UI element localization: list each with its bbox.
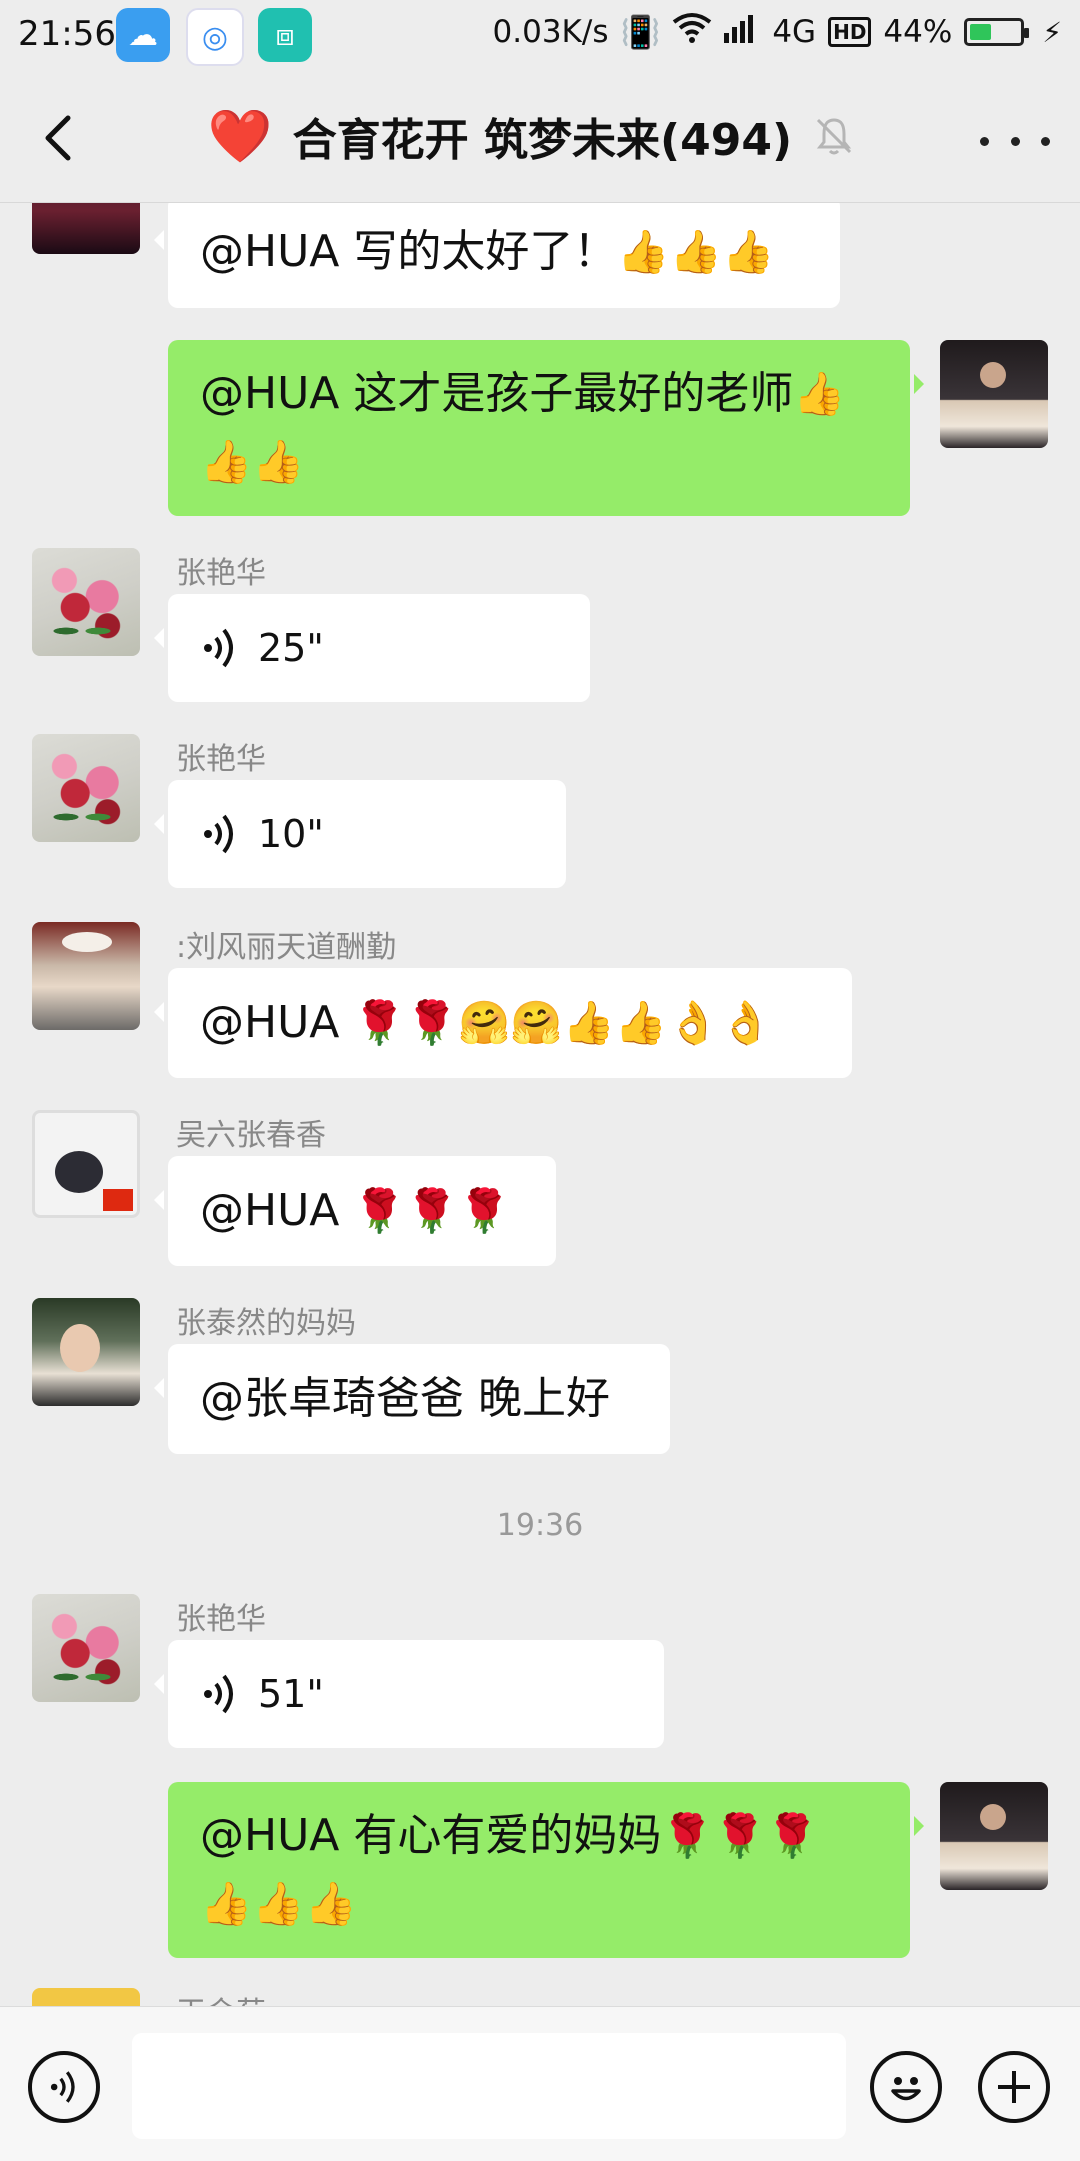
group-name: 合育花开 筑梦未来(494) [292, 115, 793, 166]
weather-icon: ☁ [116, 8, 170, 62]
message-emoji: 👍 [793, 369, 846, 418]
more-dot [980, 136, 989, 146]
status-right: 0.03K/s 📳 4G HD 44% ⚡ [493, 12, 1062, 52]
voice-wave-icon [204, 628, 233, 668]
browser-icon: ◎ [186, 8, 244, 66]
voice-duration: 10" [258, 812, 324, 856]
avatar[interactable] [32, 734, 140, 842]
message-input[interactable] [132, 2033, 846, 2139]
message-text: @HUA 写的太好了！ [200, 226, 618, 277]
sender-name: 张艳华 [176, 742, 266, 777]
emoji-icon [891, 2077, 921, 2101]
sender-name: 张艳华 [176, 556, 266, 591]
sender-name: 吴六张春香 [176, 1118, 326, 1153]
avatar[interactable] [32, 202, 140, 254]
message-emoji: 👍👍👍 [200, 1879, 357, 1928]
message-text: @张卓琦爸爸 晚上好 [200, 1373, 610, 1424]
message-bubble[interactable]: @HUA 这才是孩子最好的老师👍 👍👍 [168, 340, 924, 516]
chat-header: ❤️ 合育花开 筑梦未来(494) [0, 76, 1080, 203]
avatar[interactable] [32, 548, 140, 656]
self-avatar[interactable] [940, 340, 1048, 448]
network-type: 4G [772, 14, 817, 50]
voice-message[interactable]: 10" [154, 780, 566, 888]
voice-input-icon [50, 2071, 75, 2103]
message-bubble[interactable]: @HUA 有心有爱的妈妈🌹🌹🌹 👍👍👍 [168, 1782, 924, 1958]
charging-icon: ⚡ [1042, 15, 1062, 49]
message-emoji: 👍👍 [200, 437, 305, 486]
plus-button[interactable] [978, 2051, 1050, 2123]
avatar[interactable] [32, 1110, 140, 1218]
avatar[interactable] [32, 1298, 140, 1406]
message-bubble[interactable]: @HUA 写的太好了！👍👍👍 [154, 202, 840, 308]
scanner-icon: ⧈ [258, 8, 312, 62]
more-dot [1010, 136, 1020, 146]
hd-badge: HD [828, 17, 872, 47]
message-text: @HUA 这才是孩子最好的老师 [200, 368, 794, 419]
avatar[interactable] [32, 1988, 140, 2006]
vibrate-icon: 📳 [620, 13, 661, 51]
message-text: @HUA [200, 997, 340, 1048]
voice-duration: 25" [258, 626, 324, 670]
message-bubble[interactable]: @HUA 🌹🌹🤗🤗👍👍👌👌 [154, 968, 852, 1078]
net-speed: 0.03K/s [492, 14, 609, 50]
message-emoji: 🌹🌹🌹 [353, 1186, 511, 1235]
plus-icon [998, 2071, 1030, 2103]
voice-message[interactable]: 51" [154, 1640, 664, 1748]
voice-input-button[interactable] [28, 2051, 100, 2123]
message-bubble[interactable]: @张卓琦爸爸 晚上好 [154, 1344, 670, 1454]
heart-icon: ❤️ [207, 106, 273, 167]
voice-wave-icon [204, 814, 233, 854]
signal-icon [724, 13, 760, 51]
self-avatar[interactable] [940, 1782, 1048, 1890]
battery-icon [964, 18, 1030, 46]
time-separator: 19:36 [496, 1508, 584, 1543]
message-text: @HUA [200, 1185, 340, 1236]
sender-name: 张泰然的妈妈 [176, 1306, 356, 1341]
message-bubble[interactable]: @HUA 🌹🌹🌹 [154, 1156, 556, 1266]
more-dot [1041, 136, 1050, 146]
message-text: @HUA 有心有爱的妈妈 [200, 1810, 662, 1861]
sender-name: 王金菊 [176, 1988, 266, 2006]
avatar[interactable] [32, 1594, 140, 1702]
battery-fill [970, 24, 992, 40]
wifi-icon [672, 12, 712, 52]
mute-bell-icon [816, 118, 852, 155]
voice-wave-icon [204, 1674, 233, 1714]
message-emoji: 🌹🌹🌹 [661, 1811, 819, 1860]
avatar[interactable] [32, 922, 140, 1030]
input-bar [0, 2006, 1080, 2161]
status-time: 21:56 [18, 14, 116, 54]
emoji-button[interactable] [870, 2051, 942, 2123]
more-button[interactable] [980, 116, 1050, 166]
voice-duration: 51" [258, 1672, 324, 1716]
status-bar: 21:56 ☁ ◎ ⧈ 0.03K/s 📳 4G HD 44% ⚡ [0, 0, 1080, 76]
battery-percent: 44% [883, 14, 953, 50]
voice-message[interactable]: 25" [154, 594, 590, 702]
message-list[interactable]: @HUA 写的太好了！👍👍👍 @HUA 这才是孩子最好的老师👍 👍👍 张艳华 2… [0, 202, 1080, 2006]
message-emoji: 🌹🌹🤗🤗👍👍👌👌 [353, 998, 772, 1047]
chat-title: ❤️ 合育花开 筑梦未来(494) [0, 104, 1080, 168]
message-emoji: 👍👍👍 [617, 227, 775, 276]
sender-name: 张艳华 [176, 1602, 266, 1637]
sender-name: :刘风丽天道酬勤 [176, 930, 397, 965]
